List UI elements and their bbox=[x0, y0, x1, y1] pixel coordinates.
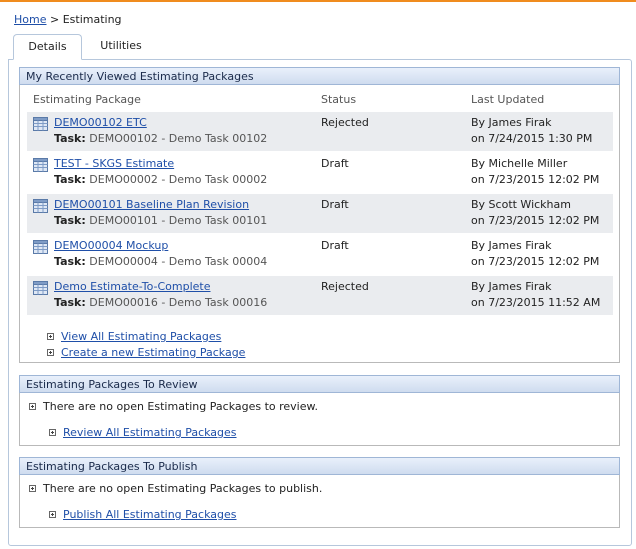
package-updated-on: on 7/23/2015 11:52 AM bbox=[471, 296, 601, 309]
create-package-link[interactable]: Create a new Estimating Package bbox=[61, 346, 245, 359]
estimating-package-icon bbox=[33, 281, 48, 295]
package-task: Task: DEMO00101 - Demo Task 00101 bbox=[54, 214, 267, 227]
publish-body: There are no open Estimating Packages to… bbox=[19, 475, 620, 528]
task-value: DEMO00002 - Demo Task 00002 bbox=[89, 173, 268, 186]
recent-packages-section: My Recently Viewed Estimating Packages E… bbox=[19, 67, 620, 363]
plus-box-icon bbox=[29, 402, 36, 410]
package-status: Draft bbox=[321, 239, 349, 252]
estimating-package-icon bbox=[33, 240, 48, 254]
breadcrumb-separator: > bbox=[49, 13, 60, 26]
package-status: Rejected bbox=[321, 280, 369, 293]
publish-all-action: Publish All Estimating Packages bbox=[49, 508, 237, 521]
package-name-link[interactable]: DEMO00102 ETC bbox=[54, 116, 147, 129]
task-value: DEMO00101 - Demo Task 00101 bbox=[89, 214, 268, 227]
breadcrumb-home-link[interactable]: Home bbox=[14, 13, 46, 26]
tab-utilities[interactable]: Utilities bbox=[93, 34, 149, 60]
recent-packages-body: Estimating Package Status Last Updated D… bbox=[19, 85, 620, 363]
package-updated-on: on 7/23/2015 12:02 PM bbox=[471, 255, 600, 268]
package-status: Draft bbox=[321, 157, 349, 170]
plus-box-icon bbox=[47, 332, 54, 340]
task-label: Task: bbox=[54, 214, 86, 227]
package-status: Rejected bbox=[321, 116, 369, 129]
task-value: DEMO00016 - Demo Task 00016 bbox=[89, 296, 268, 309]
view-all-packages-link[interactable]: View All Estimating Packages bbox=[61, 330, 221, 343]
package-updated-by: By James Firak bbox=[471, 116, 552, 129]
package-name-link[interactable]: TEST - SKGS Estimate bbox=[54, 157, 174, 170]
package-status: Draft bbox=[321, 198, 349, 211]
package-updated-by: By James Firak bbox=[471, 280, 552, 293]
plus-box-icon bbox=[29, 484, 36, 492]
package-updated-on: on 7/23/2015 12:02 PM bbox=[471, 214, 600, 227]
view-all-packages-action: View All Estimating Packages bbox=[47, 330, 221, 343]
recent-packages-header: My Recently Viewed Estimating Packages bbox=[19, 67, 620, 85]
package-task: Task: DEMO00004 - Demo Task 00004 bbox=[54, 255, 267, 268]
task-label: Task: bbox=[54, 173, 86, 186]
breadcrumb: Home > Estimating bbox=[14, 13, 122, 26]
tab-details[interactable]: Details bbox=[13, 34, 82, 60]
package-name-link[interactable]: DEMO00101 Baseline Plan Revision bbox=[54, 198, 249, 211]
publish-header: Estimating Packages To Publish bbox=[19, 457, 620, 475]
publish-message-text: There are no open Estimating Packages to… bbox=[43, 482, 323, 495]
column-header-package: Estimating Package bbox=[33, 93, 141, 106]
publish-all-link[interactable]: Publish All Estimating Packages bbox=[63, 508, 237, 521]
review-all-action: Review All Estimating Packages bbox=[49, 426, 237, 439]
plus-box-icon bbox=[49, 428, 56, 436]
task-label: Task: bbox=[54, 132, 86, 145]
publish-empty-message: There are no open Estimating Packages to… bbox=[29, 482, 322, 495]
package-updated-on: on 7/23/2015 12:02 PM bbox=[471, 173, 600, 186]
package-task: Task: DEMO00102 - Demo Task 00102 bbox=[54, 132, 267, 145]
task-value: DEMO00004 - Demo Task 00004 bbox=[89, 255, 268, 268]
package-updated-on: on 7/24/2015 1:30 PM bbox=[471, 132, 593, 145]
task-label: Task: bbox=[54, 255, 86, 268]
plus-box-icon bbox=[47, 348, 54, 356]
top-accent-line bbox=[0, 0, 636, 2]
package-row: DEMO00101 Baseline Plan Revision Task: DE… bbox=[27, 194, 613, 233]
estimating-package-icon bbox=[33, 199, 48, 213]
package-name-link[interactable]: Demo Estimate-To-Complete bbox=[54, 280, 211, 293]
review-empty-message: There are no open Estimating Packages to… bbox=[29, 400, 318, 413]
review-all-link[interactable]: Review All Estimating Packages bbox=[63, 426, 237, 439]
breadcrumb-current: Estimating bbox=[62, 13, 122, 26]
publish-section: Estimating Packages To Publish There are… bbox=[19, 457, 620, 528]
package-task: Task: DEMO00002 - Demo Task 00002 bbox=[54, 173, 267, 186]
task-label: Task: bbox=[54, 296, 86, 309]
package-task: Task: DEMO00016 - Demo Task 00016 bbox=[54, 296, 267, 309]
package-row: DEMO00004 Mockup Task: DEMO00004 - Demo T… bbox=[27, 235, 613, 274]
review-section: Estimating Packages To Review There are … bbox=[19, 375, 620, 446]
review-header: Estimating Packages To Review bbox=[19, 375, 620, 393]
estimating-package-icon bbox=[33, 158, 48, 172]
package-name-link[interactable]: DEMO00004 Mockup bbox=[54, 239, 168, 252]
task-value: DEMO00102 - Demo Task 00102 bbox=[89, 132, 268, 145]
column-header-status: Status bbox=[321, 93, 357, 106]
package-updated-by: By Scott Wickham bbox=[471, 198, 571, 211]
package-row: TEST - SKGS Estimate Task: DEMO00002 - De… bbox=[27, 153, 613, 192]
create-package-action: Create a new Estimating Package bbox=[47, 346, 245, 359]
package-row: DEMO00102 ETC Task: DEMO00102 - Demo Task… bbox=[27, 112, 613, 151]
review-body: There are no open Estimating Packages to… bbox=[19, 393, 620, 446]
review-message-text: There are no open Estimating Packages to… bbox=[43, 400, 318, 413]
package-row: Demo Estimate-To-Complete Task: DEMO00016… bbox=[27, 276, 613, 315]
plus-box-icon bbox=[49, 510, 56, 518]
package-updated-by: By Michelle Miller bbox=[471, 157, 568, 170]
column-header-updated: Last Updated bbox=[471, 93, 545, 106]
package-updated-by: By James Firak bbox=[471, 239, 552, 252]
estimating-package-icon bbox=[33, 117, 48, 131]
